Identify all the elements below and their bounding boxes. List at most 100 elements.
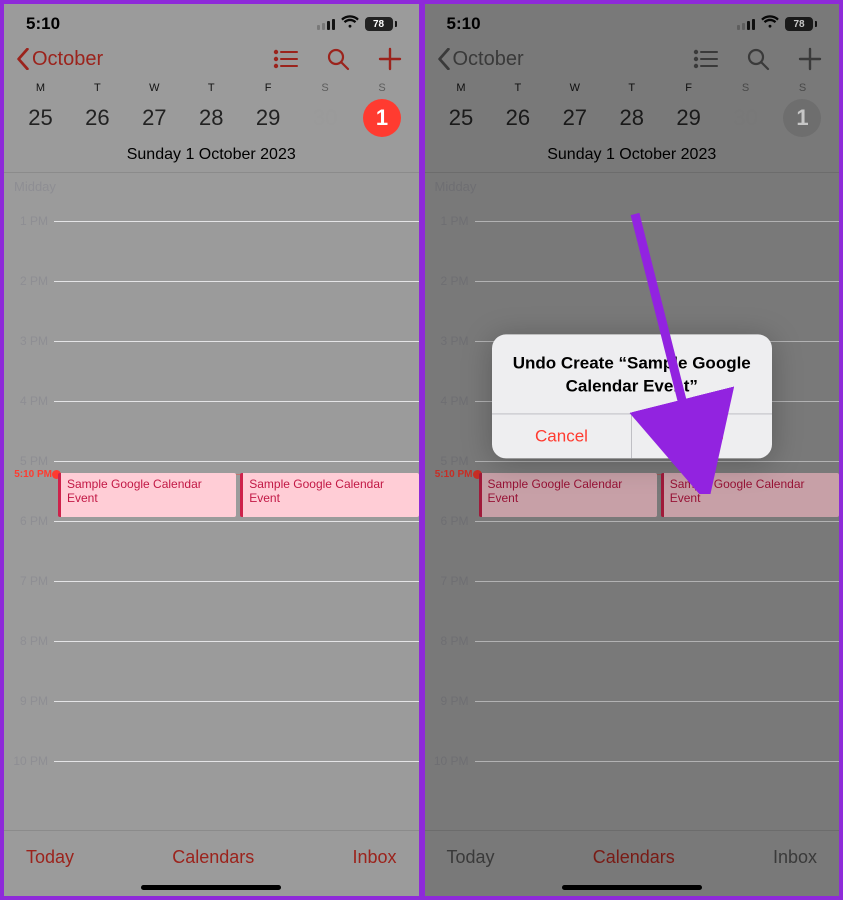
hour-label: 6 PM xyxy=(4,514,54,528)
nav-bar: October xyxy=(4,38,419,76)
hour-label: 4 PM xyxy=(4,394,54,408)
hour-label: 9 PM xyxy=(4,694,54,708)
dow: W xyxy=(546,82,603,94)
list-icon[interactable] xyxy=(693,46,719,72)
back-label: October xyxy=(453,48,524,71)
weekday-row: M T W T F S S xyxy=(425,76,840,94)
dow: T xyxy=(489,82,546,94)
battery-icon: 78 xyxy=(785,17,817,31)
hour-label: 7 PM xyxy=(425,574,475,588)
day-30[interactable]: 30 xyxy=(717,98,774,138)
hour-label: 4 PM xyxy=(425,394,475,408)
wifi-icon xyxy=(341,14,359,34)
weekday-row: M T W T F S S xyxy=(4,76,419,94)
hour-label: 10 PM xyxy=(425,754,475,768)
status-time: 5:10 xyxy=(26,14,60,34)
day-25[interactable]: 25 xyxy=(433,98,490,138)
event-region: Sample Google Calendar Event Sample Goog… xyxy=(58,473,419,517)
calendars-button[interactable]: Calendars xyxy=(172,847,254,868)
current-date: Sunday 1 October 2023 xyxy=(425,144,840,172)
day-28[interactable]: 28 xyxy=(183,98,240,138)
today-button[interactable]: Today xyxy=(447,847,495,868)
day-30[interactable]: 30 xyxy=(297,98,354,138)
day-25[interactable]: 25 xyxy=(12,98,69,138)
hour-label: 8 PM xyxy=(4,634,54,648)
add-icon[interactable] xyxy=(377,46,403,72)
hour-label: 7 PM xyxy=(4,574,54,588)
back-button[interactable]: October xyxy=(437,48,524,71)
search-icon[interactable] xyxy=(325,46,351,72)
search-icon[interactable] xyxy=(745,46,771,72)
hour-label: 3 PM xyxy=(425,334,475,348)
back-label: October xyxy=(32,48,103,71)
timeline[interactable]: Midday 1 PM 2 PM 3 PM 4 PM 5 PM 6 PM 7 P… xyxy=(425,173,840,830)
add-icon[interactable] xyxy=(797,46,823,72)
event-block[interactable]: Sample Google Calendar Event xyxy=(240,473,418,517)
dow: S xyxy=(774,82,831,94)
dow: F xyxy=(240,82,297,94)
undo-alert: Undo Create “Sample Google Calendar Even… xyxy=(492,335,772,458)
dow: S xyxy=(354,82,411,94)
inbox-button[interactable]: Inbox xyxy=(352,847,396,868)
alert-cancel-button[interactable]: Cancel xyxy=(492,414,632,458)
event-block[interactable]: Sample Google Calendar Event xyxy=(58,473,236,517)
day-1-selected[interactable]: 1 xyxy=(774,98,831,138)
alert-undo-button[interactable]: Undo xyxy=(631,414,772,458)
alert-title: Undo Create “Sample Google Calendar Even… xyxy=(492,335,772,413)
week-days: 25 26 27 28 29 30 1 xyxy=(4,94,419,144)
battery-icon: 78 xyxy=(365,17,397,31)
dow: T xyxy=(183,82,240,94)
back-button[interactable]: October xyxy=(16,48,103,71)
event-block[interactable]: Sample Google Calendar Event xyxy=(479,473,657,517)
day-26[interactable]: 26 xyxy=(69,98,126,138)
hour-label: 5 PM xyxy=(425,454,475,468)
event-block[interactable]: Sample Google Calendar Event xyxy=(661,473,839,517)
hour-label: 2 PM xyxy=(4,274,54,288)
day-26[interactable]: 26 xyxy=(489,98,546,138)
home-indicator[interactable] xyxy=(141,885,281,890)
midday-label: Midday xyxy=(14,179,56,194)
inbox-button[interactable]: Inbox xyxy=(773,847,817,868)
status-icons: 78 xyxy=(737,14,817,34)
home-indicator[interactable] xyxy=(562,885,702,890)
hour-label: 8 PM xyxy=(425,634,475,648)
dow: T xyxy=(69,82,126,94)
current-date: Sunday 1 October 2023 xyxy=(4,144,419,172)
calendars-button[interactable]: Calendars xyxy=(593,847,675,868)
hour-label: 5 PM xyxy=(4,454,54,468)
dow: M xyxy=(12,82,69,94)
list-icon[interactable] xyxy=(273,46,299,72)
hour-label: 9 PM xyxy=(425,694,475,708)
dow: S xyxy=(717,82,774,94)
status-time: 5:10 xyxy=(447,14,481,34)
day-27[interactable]: 27 xyxy=(126,98,183,138)
timeline[interactable]: Midday 1 PM 2 PM 3 PM 4 PM 5 PM 6 PM 7 P… xyxy=(4,173,419,830)
hour-label: 1 PM xyxy=(4,214,54,228)
dow: M xyxy=(433,82,490,94)
status-icons: 78 xyxy=(317,14,397,34)
dow: F xyxy=(660,82,717,94)
status-bar: 5:10 78 xyxy=(425,4,840,38)
event-region: Sample Google Calendar Event Sample Goog… xyxy=(479,473,840,517)
hour-label: 1 PM xyxy=(425,214,475,228)
week-days: 25 26 27 28 29 30 1 xyxy=(425,94,840,144)
status-bar: 5:10 78 xyxy=(4,4,419,38)
midday-label: Midday xyxy=(435,179,477,194)
hour-label: 3 PM xyxy=(4,334,54,348)
dow: T xyxy=(603,82,660,94)
hour-label: 2 PM xyxy=(425,274,475,288)
day-1-selected[interactable]: 1 xyxy=(354,98,411,138)
cellular-icon xyxy=(317,19,335,30)
dow: W xyxy=(126,82,183,94)
nav-bar: October xyxy=(425,38,840,76)
wifi-icon xyxy=(761,14,779,34)
day-29[interactable]: 29 xyxy=(240,98,297,138)
day-28[interactable]: 28 xyxy=(603,98,660,138)
calendar-day-view: 5:10 78 October xyxy=(4,4,419,896)
cellular-icon xyxy=(737,19,755,30)
hour-label: 6 PM xyxy=(425,514,475,528)
day-27[interactable]: 27 xyxy=(546,98,603,138)
dow: S xyxy=(297,82,354,94)
day-29[interactable]: 29 xyxy=(660,98,717,138)
today-button[interactable]: Today xyxy=(26,847,74,868)
